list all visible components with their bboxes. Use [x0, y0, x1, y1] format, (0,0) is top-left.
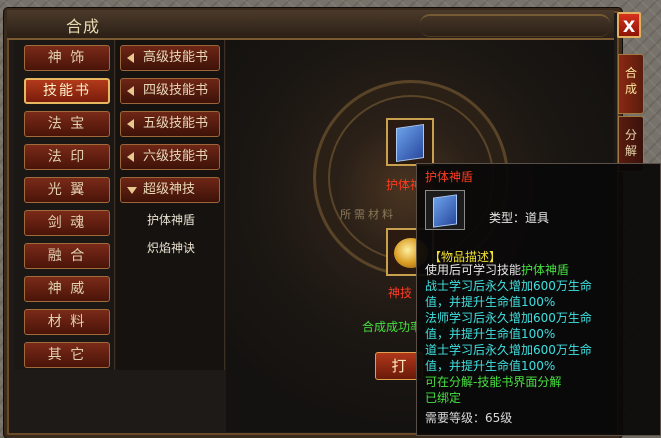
- arrow-left-icon: [127, 119, 134, 129]
- tooltip-use-skill: 护体神盾: [521, 263, 570, 277]
- tooltip-desc-line: 值，并提升生命值100%: [425, 295, 556, 309]
- arrow-left-icon: [127, 152, 134, 162]
- category-item-guangyi[interactable]: 光 翼: [24, 177, 110, 203]
- tooltip-desc-line: 战士学习后永久增加600万生命: [425, 279, 592, 293]
- tab-synthesize[interactable]: 合 成: [618, 54, 644, 114]
- tooltip-item-name: 护体神盾: [425, 170, 474, 184]
- category-item-jianhun[interactable]: 剑 魂: [24, 210, 110, 236]
- subcategory-label: 高级技能书: [143, 50, 209, 65]
- skill-book-icon: [433, 194, 457, 228]
- arrow-left-icon: [127, 86, 134, 96]
- category-item-ronghe[interactable]: 融 合: [24, 243, 110, 269]
- recipe-item-chiyan[interactable]: 炽焰神诀: [124, 237, 218, 259]
- category-item-skillbook[interactable]: 技能书: [24, 78, 110, 104]
- category-item-shenshi[interactable]: 神 饰: [24, 45, 110, 71]
- tooltip-level-requirement: 需要等级：65级: [425, 411, 513, 425]
- subcategory-item-advanced[interactable]: 高级技能书: [120, 45, 220, 71]
- subcategory-item-level6[interactable]: 六级技能书: [120, 144, 220, 170]
- tooltip-use-line: 使用后可学习技能护体神盾: [425, 262, 569, 278]
- subcategory-label: 六级技能书: [143, 149, 209, 164]
- category-item-fayin[interactable]: 法 印: [24, 144, 110, 170]
- dragon-ornament-icon: [420, 14, 610, 37]
- window-title: 合成: [66, 17, 101, 36]
- close-button[interactable]: X: [617, 12, 641, 38]
- tooltip-desc-line: 值，并提升生命值100%: [425, 327, 556, 341]
- required-materials-header: 所需材料: [340, 208, 396, 221]
- arrow-down-icon: [127, 187, 137, 194]
- recipe-item-huti[interactable]: 护体神盾: [124, 209, 218, 231]
- tooltip-desc-line: 道士学习后永久增加600万生命: [425, 343, 592, 357]
- tooltip-item-icon: [425, 190, 465, 230]
- tooltip-desc-line: 可在分解-技能书界面分解: [425, 375, 562, 389]
- subcategory-item-level4[interactable]: 四级技能书: [120, 78, 220, 104]
- tooltip-desc-line: 已绑定: [425, 391, 462, 405]
- tooltip-desc-line: 值，并提升生命值100%: [425, 359, 556, 373]
- tooltip-use-prefix: 使用后可学习技能: [425, 263, 522, 277]
- subcategory-label: 五级技能书: [143, 116, 209, 131]
- category-item-shenwei[interactable]: 神 威: [24, 276, 110, 302]
- arrow-left-icon: [127, 53, 134, 63]
- tooltip-item-type: 类型：道具: [489, 211, 550, 225]
- skill-book-icon: [396, 124, 424, 162]
- subcategory-item-super[interactable]: 超级神技: [120, 177, 220, 203]
- category-item-fabao[interactable]: 法 宝: [24, 111, 110, 137]
- material-item-name: 神技: [388, 286, 413, 300]
- category-item-qita[interactable]: 其 它: [24, 342, 110, 368]
- tooltip-desc-line: 法师学习后永久增加600万生命: [425, 311, 592, 325]
- category-item-cailiao[interactable]: 材 料: [24, 309, 110, 335]
- item-tooltip: 护体神盾 类型：道具 【物品描述】 使用后可学习技能护体神盾 战士学习后永久增加…: [416, 163, 661, 436]
- target-item-slot[interactable]: [386, 118, 434, 166]
- subcategory-label: 四级技能书: [143, 83, 209, 98]
- subcategory-item-level5[interactable]: 五级技能书: [120, 111, 220, 137]
- subcategory-label: 超级神技: [143, 182, 196, 197]
